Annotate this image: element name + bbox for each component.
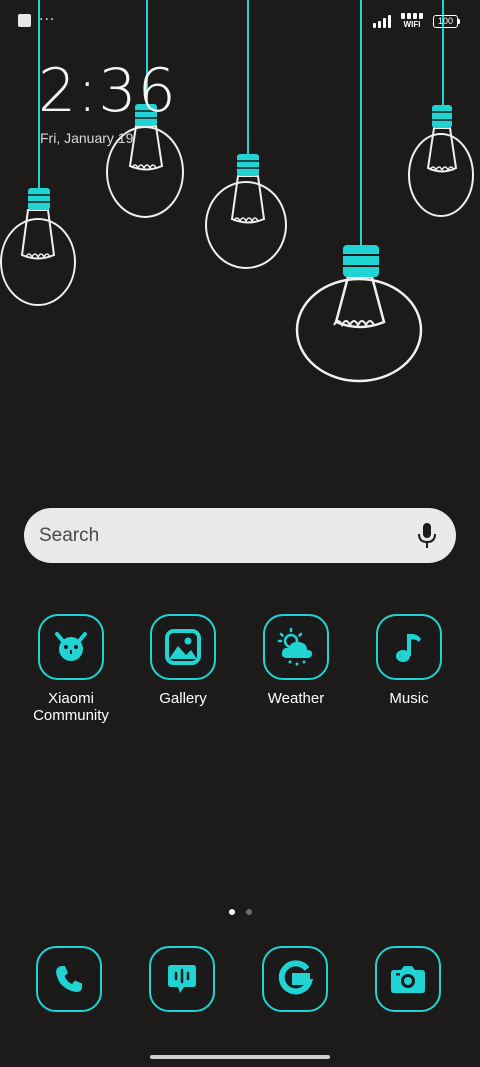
- app-label: Weather: [267, 690, 325, 707]
- signal-strength-icon: [373, 14, 391, 28]
- more-dots-icon: ···: [39, 12, 56, 28]
- clock-date[interactable]: Fri, January 19: [40, 130, 133, 146]
- home-indicator[interactable]: [150, 1055, 330, 1059]
- page-dot: [246, 909, 252, 915]
- app-music[interactable]: Music: [359, 614, 459, 707]
- dock-messages[interactable]: [149, 946, 215, 1012]
- dock-camera[interactable]: [375, 946, 441, 1012]
- app-weather[interactable]: Weather: [246, 614, 346, 707]
- square-notification-icon: [18, 13, 31, 27]
- camera-icon: [391, 966, 425, 993]
- gallery-icon[interactable]: [150, 614, 216, 680]
- wifi-icon: WIFI: [401, 13, 423, 29]
- app-xiaomi-community[interactable]: Xiaomi Community: [21, 614, 121, 724]
- status-bar: ··· WIFI 100: [0, 0, 480, 42]
- dock-google[interactable]: [262, 946, 328, 1012]
- mic-icon[interactable]: [416, 522, 438, 550]
- status-notifications: ···: [18, 13, 55, 27]
- battery-icon: 100: [433, 14, 460, 28]
- battery-level: 100: [433, 14, 458, 28]
- app-label: Xiaomi Community: [33, 690, 109, 724]
- status-indicators: WIFI 100: [373, 13, 460, 29]
- weather-icon[interactable]: [263, 614, 329, 680]
- wifi-label: WIFI: [403, 20, 421, 29]
- music-icon[interactable]: [376, 614, 442, 680]
- dock-phone[interactable]: [36, 946, 102, 1012]
- xiaomi-community-icon[interactable]: [38, 614, 104, 680]
- light-bulb-3: [205, 154, 287, 269]
- search-placeholder: Search: [39, 525, 100, 546]
- app-label: Gallery: [159, 690, 207, 707]
- light-bulb-4: [295, 245, 423, 383]
- google-icon: [278, 960, 314, 995]
- messages-icon: [168, 965, 196, 993]
- app-label: Music: [389, 690, 429, 707]
- app-gallery[interactable]: Gallery: [133, 614, 233, 707]
- page-dot-active: [229, 909, 235, 915]
- light-bulb-5: [408, 105, 474, 217]
- search-bar[interactable]: Search: [24, 508, 456, 563]
- light-bulb-1: [0, 188, 76, 306]
- page-indicator: [229, 909, 252, 915]
- clock-time[interactable]: 2:36: [38, 58, 177, 124]
- phone-icon: [56, 966, 82, 992]
